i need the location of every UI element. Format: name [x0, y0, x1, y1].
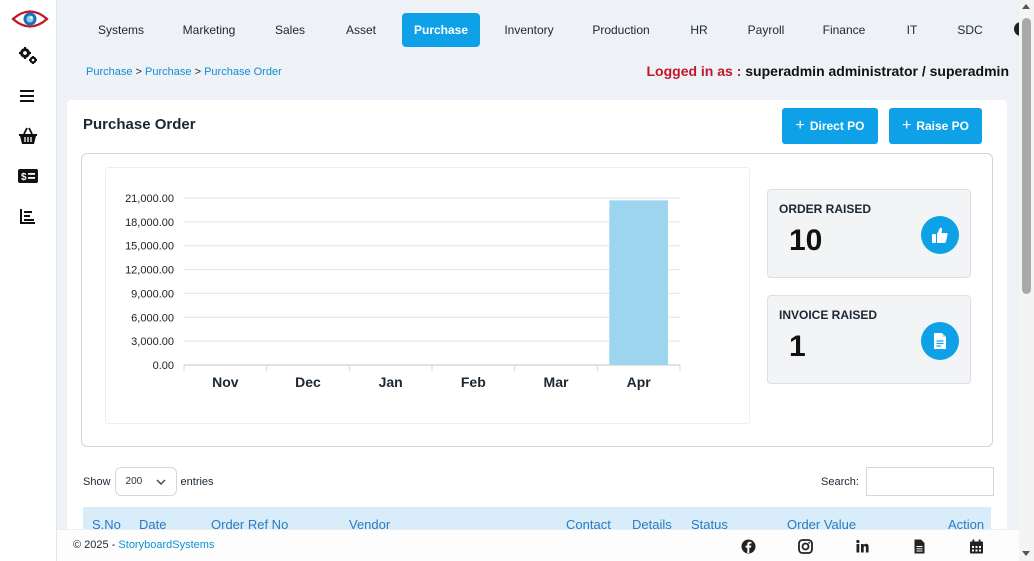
facebook-icon[interactable] — [741, 539, 756, 554]
vertical-scrollbar[interactable] — [1019, 0, 1034, 561]
raise-po-label: Raise PO — [916, 119, 970, 133]
x-tick-label: Apr — [627, 374, 652, 390]
login-label: Logged in as : — [646, 63, 742, 79]
x-tick-label: Nov — [212, 374, 239, 390]
copyright-text: © 2025 - — [73, 539, 116, 551]
nav-asset[interactable]: Asset — [335, 13, 387, 47]
copyright: © 2025 - StoryboardSystems — [73, 539, 214, 551]
breadcrumb-separator: > — [135, 66, 142, 78]
breadcrumb: Purchase > Purchase > Purchase Order — [86, 66, 282, 78]
search-control: Search: — [821, 467, 994, 496]
money-icon[interactable]: $ — [16, 164, 40, 188]
y-tick-label: 6,000.00 — [131, 312, 174, 324]
entries-select[interactable]: 200 — [114, 467, 177, 496]
purchase-chart: 21,000.00 18,000.00 15,000.00 12,000.00 9,00… — [105, 167, 750, 424]
nav-sdc[interactable]: SDC — [950, 13, 990, 47]
order-raised-card: ORDER RAISED 10 — [767, 189, 971, 278]
thumbs-up-icon — [921, 216, 959, 254]
entries-label: entries — [180, 475, 214, 488]
breadcrumb-separator: > — [194, 66, 202, 78]
login-user: superadmin administrator / superadmin — [745, 63, 1009, 79]
nav-hr[interactable]: HR — [679, 13, 719, 47]
footer: © 2025 - StoryboardSystems — [57, 529, 1019, 561]
sidebar: $ — [0, 0, 57, 561]
y-tick-label: 15,000.00 — [125, 241, 174, 253]
y-tick-label: 3,000.00 — [131, 336, 174, 348]
menu-icon[interactable] — [16, 84, 40, 108]
nav-production[interactable]: Production — [580, 13, 662, 47]
bar-chart-icon[interactable] — [16, 204, 40, 228]
chart-svg: 21,000.00 18,000.00 15,000.00 12,000.00 9,00… — [125, 193, 681, 390]
summary-panel: 21,000.00 18,000.00 15,000.00 12,000.00 9,00… — [81, 153, 993, 447]
invoice-icon — [921, 322, 959, 360]
y-tick-label: 12,000.00 — [125, 265, 174, 277]
purchase-order-card: Purchase Order + Direct PO + Raise PO 21… — [67, 100, 1007, 540]
scroll-up-arrow[interactable] — [1022, 4, 1030, 9]
breadcrumb-link-purchase-module[interactable]: Purchase — [145, 66, 191, 78]
chevron-down-icon — [156, 479, 166, 485]
nav-marketing[interactable]: Marketing — [171, 13, 247, 47]
show-label: Show — [83, 475, 111, 488]
order-raised-value: 10 — [789, 224, 823, 257]
linkedin-icon[interactable] — [855, 539, 870, 554]
x-tick-label: Mar — [544, 374, 569, 390]
nav-inventory[interactable]: Inventory — [493, 13, 565, 47]
eye-logo-icon[interactable] — [11, 6, 49, 32]
invoice-raised-label: INVOICE RAISED — [779, 308, 878, 322]
document-icon[interactable] — [912, 539, 927, 554]
y-tick-label: 9,000.00 — [131, 288, 174, 300]
nav-systems[interactable]: Systems — [87, 13, 155, 47]
nav-payroll[interactable]: Payroll — [737, 13, 795, 47]
nav-sales[interactable]: Sales — [264, 13, 316, 47]
login-info: Logged in as : superadmin administrator … — [646, 63, 1009, 79]
invoice-raised-value: 1 — [789, 330, 806, 363]
order-raised-label: ORDER RAISED — [779, 202, 872, 216]
x-tick-label: Dec — [295, 374, 321, 390]
x-tick-label: Jan — [379, 374, 403, 390]
svg-text:$: $ — [21, 172, 27, 183]
instagram-icon[interactable] — [798, 539, 813, 554]
entries-value: 200 — [125, 476, 143, 487]
y-tick-label: 0.00 — [153, 360, 174, 372]
company-link[interactable]: StoryboardSystems — [118, 539, 214, 551]
y-tick-label: 21,000.00 — [125, 193, 174, 205]
top-nav: Systems Marketing Sales Asset Purchase I… — [57, 0, 1024, 59]
plus-icon: + — [901, 117, 912, 134]
scroll-thumb[interactable] — [1022, 18, 1031, 294]
search-label: Search: — [821, 475, 859, 488]
search-input[interactable] — [865, 467, 994, 496]
direct-po-label: Direct PO — [809, 119, 865, 133]
breadcrumb-current[interactable]: Purchase Order — [204, 66, 282, 78]
basket-icon[interactable] — [16, 124, 40, 148]
y-tick-label: 18,000.00 — [125, 217, 174, 229]
invoice-raised-card: INVOICE RAISED 1 — [767, 295, 971, 384]
scroll-down-arrow[interactable] — [1022, 551, 1030, 556]
gears-icon[interactable] — [16, 44, 40, 68]
nav-it[interactable]: IT — [897, 13, 927, 47]
direct-po-button[interactable]: + Direct PO — [782, 108, 878, 144]
plus-icon: + — [795, 117, 805, 134]
breadcrumb-link-purchase[interactable]: Purchase — [86, 66, 132, 78]
calendar-icon[interactable] — [969, 539, 984, 554]
page-title: Purchase Order — [83, 116, 196, 133]
raise-po-button[interactable]: + Raise PO — [889, 108, 982, 144]
chart-bar — [609, 200, 668, 365]
nav-purchase[interactable]: Purchase — [402, 13, 480, 47]
nav-finance[interactable]: Finance — [813, 13, 875, 47]
x-tick-label: Feb — [461, 374, 486, 390]
entries-control: Show 200 entries — [83, 467, 214, 496]
